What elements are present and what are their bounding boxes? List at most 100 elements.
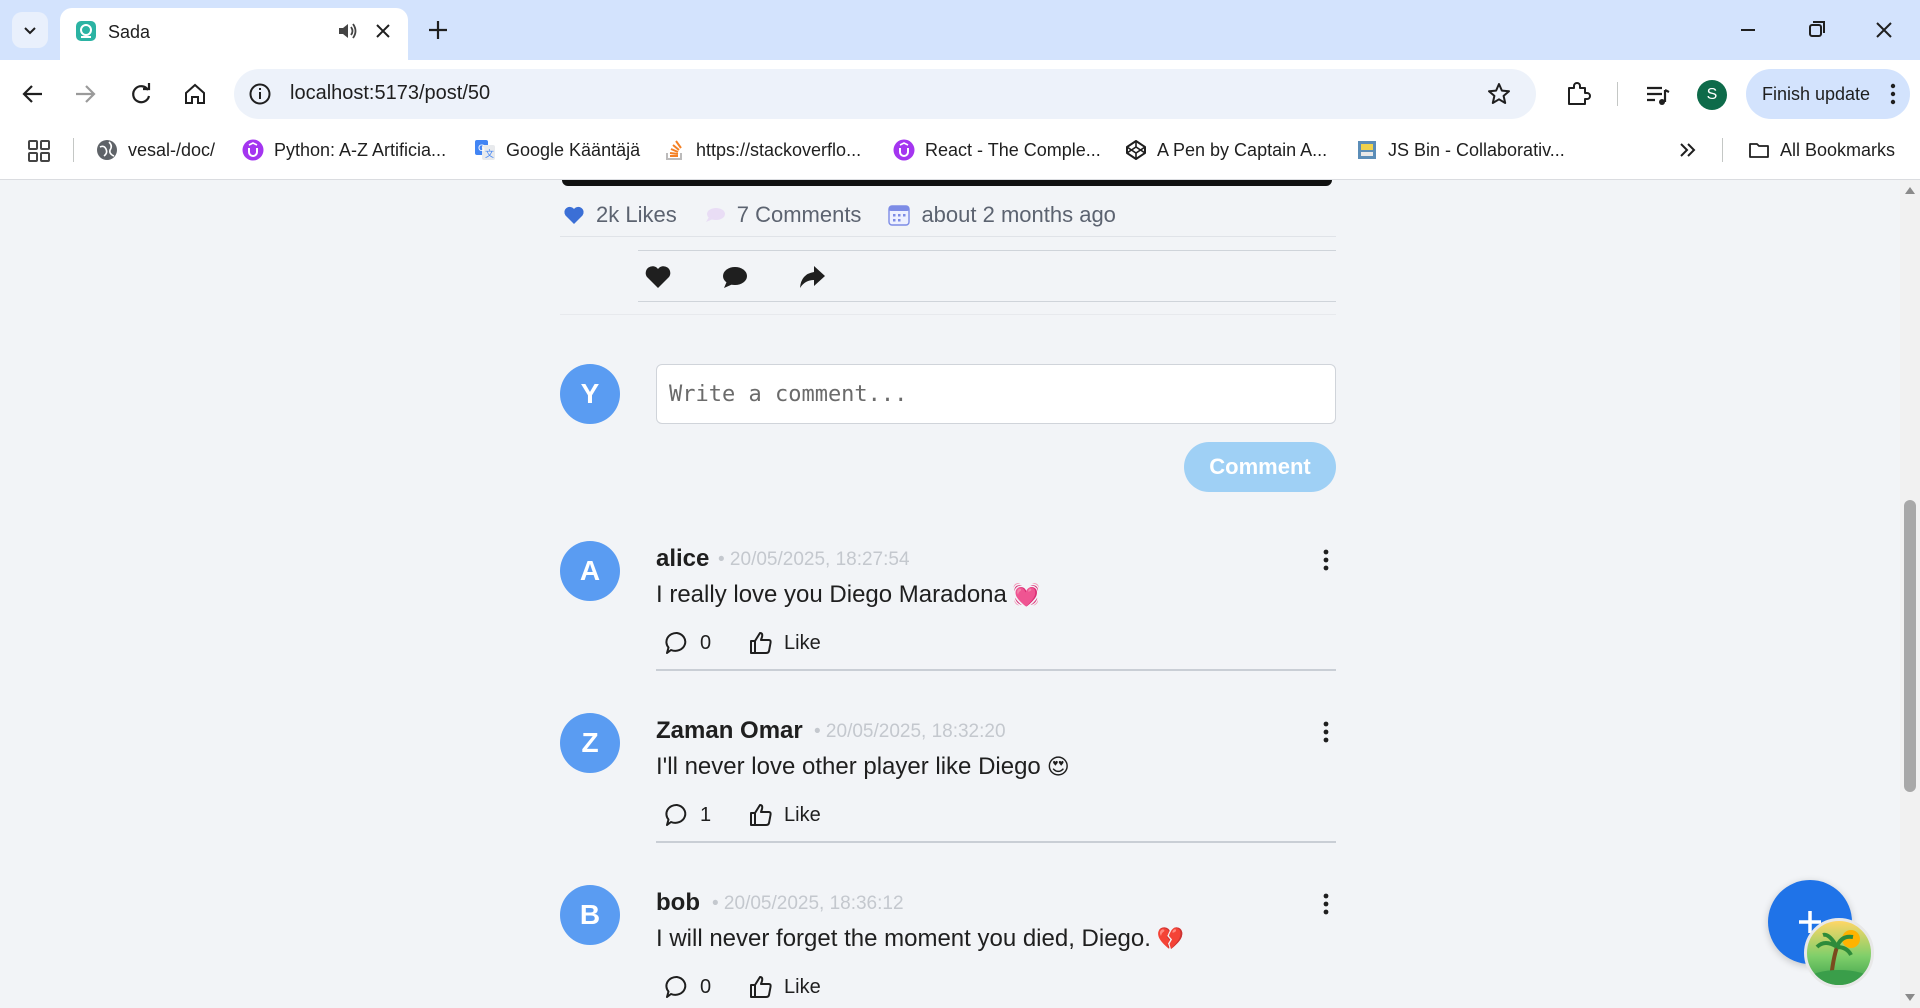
speaker-icon[interactable]: [336, 20, 358, 42]
apps-grid-icon[interactable]: [26, 138, 52, 164]
divider: [560, 314, 1336, 315]
thumbs-up-icon: [750, 632, 772, 654]
thumbs-up-icon: [750, 804, 772, 826]
udemy-icon: [242, 139, 264, 161]
forward-button[interactable]: [68, 77, 102, 111]
stackoverflow-icon: [666, 140, 682, 160]
likes-stat: 2k Likes: [562, 202, 677, 228]
restore-icon[interactable]: [1802, 18, 1830, 42]
reload-button[interactable]: [124, 77, 158, 111]
bookmark-item[interactable]: A Pen by Captain A...: [1125, 136, 1327, 164]
bookmark-label: Google Kääntäjä: [506, 139, 641, 160]
comments-count: 7 Comments: [736, 202, 862, 227]
arrow-right-icon: [76, 85, 96, 103]
reload-icon: [132, 83, 151, 104]
site-info-icon[interactable]: [248, 82, 272, 106]
chat-bubble-icon: [665, 632, 687, 654]
all-bookmarks-button[interactable]: All Bookmarks: [1748, 136, 1895, 164]
palm-tree-icon: [1809, 930, 1869, 985]
comment-body: I really love you Diego Maradona: [656, 581, 1007, 608]
svg-text:G: G: [478, 144, 485, 154]
bookmark-item[interactable]: G文 Google Kääntäjä: [474, 136, 640, 164]
comment-item: A alice • 20/05/2025, 18:27:54 I really …: [560, 537, 1340, 697]
bookmark-item[interactable]: React - The Comple...: [893, 136, 1101, 164]
media-controls-icon[interactable]: [1642, 80, 1672, 110]
scrollbar-thumb[interactable]: [1904, 500, 1916, 792]
url-text[interactable]: localhost:5173/post/50: [290, 82, 490, 105]
heart-icon[interactable]: [643, 262, 673, 292]
home-icon: [185, 83, 205, 104]
beach-widget-icon[interactable]: [1804, 918, 1874, 988]
close-window-icon[interactable]: [1870, 16, 1898, 44]
page-content: 2k Likes 7 Comments about 2 months ago Y…: [0, 180, 1900, 1008]
scroll-up-arrow-icon[interactable]: [1904, 184, 1916, 196]
tab-search-button[interactable]: [12, 12, 48, 48]
comment-text: I really love you Diego Maradona 💓: [656, 581, 1040, 609]
back-button[interactable]: [16, 77, 50, 111]
bookmark-label: https://stackoverflo...: [696, 139, 862, 160]
codepen-icon: [1126, 140, 1146, 160]
bookmark-item[interactable]: Python: A-Z Artificia...: [242, 136, 446, 164]
like-button[interactable]: Like: [748, 801, 821, 829]
divider: [656, 669, 1336, 671]
bookmark-label: Python: A-Z Artificia...: [274, 139, 447, 160]
profile-avatar[interactable]: S: [1697, 80, 1727, 110]
reply-count: 0: [700, 631, 712, 654]
tab-active[interactable]: Sada: [60, 8, 408, 60]
reply-count: 0: [700, 975, 712, 998]
minimize-icon[interactable]: [1734, 18, 1762, 42]
like-button[interactable]: Like: [748, 973, 821, 1001]
comment-input[interactable]: [656, 364, 1336, 424]
calendar-icon: [888, 205, 911, 226]
speech-bubble-icon: [705, 208, 725, 222]
chevron-down-icon: [24, 27, 36, 35]
all-bookmarks-label: All Bookmarks: [1780, 139, 1896, 160]
comment-icon[interactable]: [720, 262, 750, 292]
tab-strip: Sada: [0, 0, 1920, 60]
comment-author[interactable]: bob: [656, 889, 700, 917]
blue-heart-icon: [564, 206, 584, 224]
comment-timestamp: • 20/05/2025, 18:27:54: [718, 549, 910, 570]
avatar: Z: [560, 713, 620, 773]
bookmark-label: A Pen by Captain A...: [1157, 139, 1328, 160]
comment-submit-button[interactable]: Comment: [1184, 442, 1336, 492]
reply-button[interactable]: 0: [664, 973, 711, 1001]
chevron-double-right-icon[interactable]: [1676, 138, 1700, 162]
like-button[interactable]: Like: [748, 629, 821, 657]
app-favicon-icon: [76, 21, 96, 41]
scroll-down-arrow-icon[interactable]: [1904, 992, 1916, 1004]
more-vertical-icon[interactable]: [1320, 891, 1332, 917]
comment-author[interactable]: Zaman Omar: [656, 717, 803, 745]
comment-item: B bob • 20/05/2025, 18:36:12 I will neve…: [560, 881, 1340, 1008]
more-vertical-icon[interactable]: [1320, 719, 1332, 745]
reply-count: 1: [700, 803, 712, 826]
comment-text: I'll never love other player like Diego 😍: [656, 753, 1070, 781]
extensions-icon[interactable]: [1562, 78, 1594, 110]
post-time: about 2 months ago: [921, 202, 1116, 227]
like-label: Like: [784, 975, 821, 998]
comment-timestamp: • 20/05/2025, 18:32:20: [814, 721, 1006, 742]
divider: [638, 250, 1336, 251]
bookmark-label: JS Bin - Collaborativ...: [1388, 139, 1565, 160]
toolbar-separator: [1617, 82, 1618, 106]
address-bar[interactable]: localhost:5173/post/50: [234, 69, 1536, 119]
comment-author[interactable]: alice: [656, 545, 709, 573]
close-tab-icon[interactable]: [372, 20, 394, 42]
time-stat: about 2 months ago: [887, 202, 1116, 228]
comment-body: I will never forget the moment you died,…: [656, 925, 1151, 952]
reply-button[interactable]: 1: [664, 801, 711, 829]
home-button[interactable]: [178, 77, 212, 111]
divider: [560, 236, 1336, 237]
udemy-icon: [893, 139, 915, 161]
bookmark-star-icon[interactable]: [1486, 81, 1512, 107]
bookmark-item[interactable]: vesal-/doc/: [96, 136, 215, 164]
bookmark-item[interactable]: https://stackoverflo...: [664, 136, 861, 164]
new-tab-icon[interactable]: [424, 16, 452, 44]
more-vertical-icon[interactable]: [1320, 547, 1332, 573]
bookmark-item[interactable]: JS Bin - Collaborativ...: [1356, 136, 1565, 164]
finish-update-button[interactable]: Finish update: [1746, 69, 1910, 119]
divider: [638, 301, 1336, 302]
share-icon[interactable]: [797, 262, 827, 292]
reply-button[interactable]: 0: [664, 629, 711, 657]
scrollbar[interactable]: [1900, 180, 1920, 1008]
